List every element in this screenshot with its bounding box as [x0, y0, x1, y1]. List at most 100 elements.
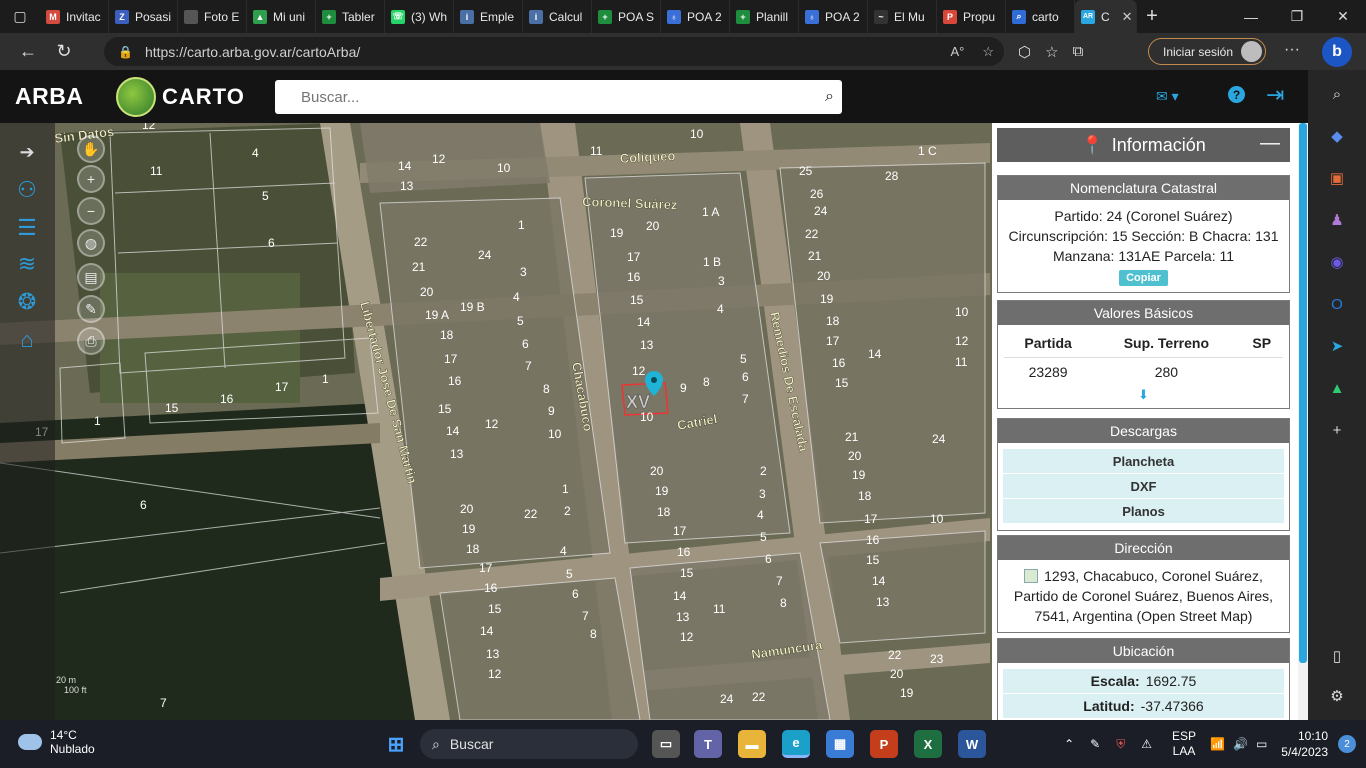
new-tab-button[interactable]: + [1137, 5, 1167, 28]
svg-text:4: 4 [757, 508, 764, 522]
zoom-out-icon[interactable]: − [77, 197, 105, 225]
avatar [1241, 41, 1262, 62]
print-icon[interactable]: ⎙ [77, 327, 105, 355]
store-icon[interactable]: ▦ [826, 730, 854, 758]
edge-icon[interactable]: e [782, 730, 810, 758]
sidebar-search-icon[interactable]: ⌕ [1327, 84, 1347, 104]
sidebar-tree-icon[interactable]: ▲ [1327, 378, 1347, 398]
svg-text:23: 23 [930, 652, 944, 666]
minimize-panel-icon[interactable]: — [1260, 132, 1280, 155]
notification-badge[interactable]: 2 [1338, 735, 1356, 753]
browser-tab[interactable]: i Calcul [523, 0, 592, 33]
save-map-icon[interactable]: ▤ [77, 263, 105, 291]
sidebar-copilot-icon[interactable]: ◉ [1327, 252, 1347, 272]
clock[interactable]: 10:10 5/4/2023 [1281, 728, 1328, 760]
tab-favicon-icon: i [529, 9, 543, 24]
download-icon[interactable]: ⬇ [1138, 387, 1149, 402]
tray-pen-icon[interactable]: ✎ [1090, 737, 1100, 751]
battery-icon[interactable]: ▭ [1256, 737, 1267, 751]
browser-tab[interactable]: ~ El Mu [868, 0, 937, 33]
browser-tab[interactable]: ⌕ carto [1006, 0, 1075, 33]
tab-favicon-icon: + [598, 9, 612, 24]
tray-network-alert-icon[interactable]: ⚠ [1141, 737, 1152, 751]
browser-tab[interactable]: + POA S [592, 0, 661, 33]
info-panel-scrollbar[interactable] [1298, 123, 1308, 720]
restore-window-icon[interactable]: ❐ [1274, 0, 1320, 33]
word-icon[interactable]: W [958, 730, 986, 758]
bing-copilot-icon[interactable]: b [1322, 37, 1352, 67]
read-aloud-icon[interactable]: A° [950, 44, 964, 60]
browser-tab[interactable]: Z Posasi [109, 0, 178, 33]
file-explorer-icon[interactable]: ▬ [738, 730, 766, 758]
url-field[interactable]: 🔒 https://carto.arba.gov.ar/cartoArba/ A… [104, 37, 1004, 66]
binoculars-icon[interactable]: ⚇ [10, 173, 44, 207]
language-indicator[interactable]: ESP LAA [1172, 729, 1196, 759]
volume-icon[interactable]: 🔊 [1233, 737, 1248, 751]
sidebar-add-icon[interactable]: + [1327, 420, 1347, 440]
sidebar-outlook-icon[interactable]: O [1327, 294, 1347, 314]
globe-view-icon[interactable]: ◍ [77, 229, 105, 257]
favorites-icon[interactable]: ☆ [1045, 43, 1058, 61]
search-icon[interactable]: ⌕ [825, 88, 834, 106]
close-tab-icon[interactable]: ✕ [1122, 9, 1133, 25]
extensions-icon[interactable]: ⬡ [1018, 43, 1031, 61]
sidebar-panel-icon[interactable]: ▯ [1327, 646, 1347, 666]
download-plancheta[interactable]: Plancheta [1003, 449, 1284, 474]
ide-layers-icon[interactable]: ≋ [10, 247, 44, 281]
layers-icon[interactable]: ☰ [10, 211, 44, 245]
copy-button[interactable]: Copiar [1119, 270, 1168, 286]
tab-actions-icon[interactable]: ▢ [0, 0, 40, 33]
tab-label: Planill [756, 9, 789, 24]
minimize-window-icon[interactable]: — [1228, 0, 1274, 33]
powerpoint-icon[interactable]: P [870, 730, 898, 758]
add-favorite-icon[interactable]: ☆ [982, 44, 994, 60]
pan-hand-icon[interactable]: ✋ [77, 135, 105, 163]
search-input[interactable] [275, 80, 805, 114]
tab-active[interactable]: AR C ✕ [1075, 0, 1137, 33]
sidebar-shopping-icon[interactable]: ◆ [1327, 126, 1347, 146]
close-window-icon[interactable]: ✕ [1320, 0, 1366, 33]
browser-tab[interactable]: i Emple [454, 0, 523, 33]
browser-tab[interactable]: ▲ Mi uni [247, 0, 316, 33]
back-button[interactable]: ← [10, 33, 46, 70]
mail-dropdown-icon[interactable]: ✉ ▾ [1156, 88, 1179, 105]
sidebar-games-icon[interactable]: ♟ [1327, 210, 1347, 230]
zoom-in-icon[interactable]: + [77, 165, 105, 193]
download-dxf[interactable]: DXF [1003, 474, 1284, 499]
taskbar-search[interactable]: ⌕ Buscar [420, 729, 638, 759]
location-user-icon[interactable]: ⌂ [10, 323, 44, 357]
browser-tab[interactable]: M Invitac [40, 0, 109, 33]
refresh-button[interactable]: ↻ [46, 33, 82, 70]
download-planos[interactable]: Planos [1003, 499, 1284, 524]
sidebar-settings-icon[interactable]: ⚙ [1327, 686, 1347, 706]
fingerprint-icon[interactable]: ❂ [10, 285, 44, 319]
logout-icon[interactable]: ⇥ [1266, 82, 1294, 110]
browser-tab[interactable]: + Tabler [316, 0, 385, 33]
svg-text:22: 22 [752, 690, 766, 704]
sidebar-send-icon[interactable]: ➤ [1327, 336, 1347, 356]
excel-icon[interactable]: X [914, 730, 942, 758]
browser-tab[interactable]: Foto E [178, 0, 247, 33]
tray-security-icon[interactable]: ⛨ [1116, 737, 1125, 752]
browser-tab[interactable]: ♁ POA 2 [661, 0, 730, 33]
more-options-icon[interactable]: ··· [1284, 41, 1300, 59]
tab-label: Propu [963, 9, 996, 24]
descargas-header: Descargas [998, 419, 1289, 443]
weather-widget[interactable]: 14°C Nublado [18, 728, 95, 756]
sidebar-tools-icon[interactable]: ▣ [1327, 168, 1347, 188]
browser-tab[interactable]: ♁ POA 2 [799, 0, 868, 33]
collections-icon[interactable]: ⧉ [1073, 43, 1084, 60]
signin-button[interactable]: Iniciar sesión [1148, 38, 1266, 65]
browser-tab[interactable]: + Planill [730, 0, 799, 33]
wifi-icon[interactable]: 📶 [1210, 737, 1225, 751]
browser-tab[interactable]: P Propu [937, 0, 1006, 33]
browser-tab[interactable]: ☏ (3) Wh [385, 0, 454, 33]
task-view-icon[interactable]: ▭ [652, 730, 680, 758]
teams-icon[interactable]: T [694, 730, 722, 758]
tray-chevron-icon[interactable]: ⌃ [1064, 737, 1074, 751]
svg-text:6: 6 [268, 236, 275, 250]
expand-panel-icon[interactable]: ➔ [10, 135, 44, 169]
draw-tool-icon[interactable]: ✎ [77, 295, 105, 323]
windows-start-icon[interactable]: ⊞ [382, 730, 410, 758]
help-icon[interactable]: ? [1228, 86, 1245, 103]
